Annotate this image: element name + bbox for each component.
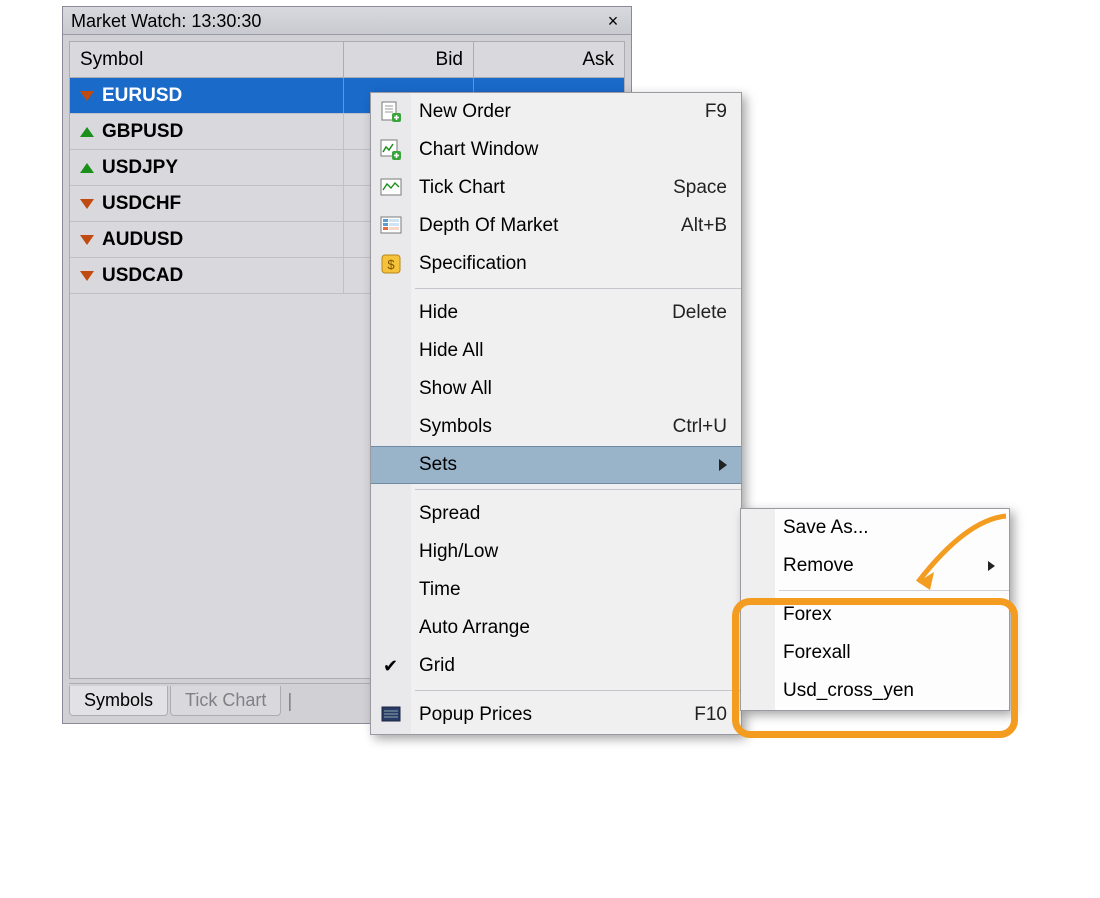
submenu-label: Forex <box>783 604 995 626</box>
menu-spread[interactable]: Spread <box>371 495 741 533</box>
tab-symbols[interactable]: Symbols <box>69 686 168 716</box>
symbol-name: USDCHF <box>102 193 181 215</box>
menu-depth-of-market[interactable]: Depth Of Market Alt+B <box>371 207 741 245</box>
col-symbol[interactable]: Symbol <box>70 42 344 77</box>
menu-label: Specification <box>419 253 727 275</box>
menu-label: Show All <box>419 378 727 400</box>
col-ask[interactable]: Ask <box>474 42 624 77</box>
menu-hide-all[interactable]: Hide All <box>371 332 741 370</box>
menu-label: Grid <box>419 655 727 677</box>
menu-label: Hide All <box>419 340 727 362</box>
submenu-set-forex[interactable]: Forex <box>741 596 1009 634</box>
menu-label: Time <box>419 579 727 601</box>
submenu-set-forexall[interactable]: Forexall <box>741 634 1009 672</box>
menu-auto-arrange[interactable]: Auto Arrange <box>371 609 741 647</box>
submenu-label: Save As... <box>783 517 995 539</box>
panel-titlebar[interactable]: Market Watch: 13:30:30 × <box>63 7 631 35</box>
arrow-down-icon <box>80 89 94 103</box>
menu-show-all[interactable]: Show All <box>371 370 741 408</box>
symbol-name: AUDUSD <box>102 229 183 251</box>
submenu-remove[interactable]: Remove <box>741 547 1009 585</box>
menu-symbols[interactable]: Symbols Ctrl+U <box>371 408 741 446</box>
menu-label: Popup Prices <box>419 704 694 726</box>
menu-label: Depth Of Market <box>419 215 681 237</box>
menu-label: Chart Window <box>419 139 727 161</box>
menu-shortcut: Alt+B <box>681 215 727 237</box>
submenu-label: Usd_cross_yen <box>783 680 995 702</box>
panel-title-text: Market Watch: 13:30:30 <box>71 7 261 35</box>
submenu-arrow-icon <box>719 459 727 471</box>
menu-shortcut: F9 <box>705 101 727 123</box>
col-bid[interactable]: Bid <box>344 42 474 77</box>
column-headers: Symbol Bid Ask <box>70 42 624 78</box>
arrow-up-icon <box>80 161 94 175</box>
tab-tick-chart[interactable]: Tick Chart <box>170 686 281 716</box>
menu-popup-prices[interactable]: Popup Prices F10 <box>371 696 741 734</box>
check-icon: ✔ <box>383 656 398 677</box>
depth-icon <box>379 214 403 238</box>
submenu-separator <box>779 590 1009 591</box>
menu-shortcut: Ctrl+U <box>673 416 727 438</box>
close-icon[interactable]: × <box>603 11 623 31</box>
context-menu: New Order F9 Chart Window Tick Chart Spa… <box>370 92 742 735</box>
arrow-up-icon <box>80 125 94 139</box>
menu-sets[interactable]: Sets <box>371 446 741 484</box>
tick-chart-icon <box>379 176 403 200</box>
menu-label: Symbols <box>419 416 673 438</box>
new-order-icon <box>379 100 403 124</box>
menu-label: Sets <box>419 454 711 476</box>
submenu-set-usd-cross-yen[interactable]: Usd_cross_yen <box>741 672 1009 710</box>
arrow-down-icon <box>80 233 94 247</box>
specification-icon: $ <box>379 252 403 276</box>
submenu-save-as[interactable]: Save As... <box>741 509 1009 547</box>
menu-new-order[interactable]: New Order F9 <box>371 93 741 131</box>
menu-shortcut: F10 <box>694 704 727 726</box>
submenu-label: Remove <box>783 555 988 577</box>
menu-label: Spread <box>419 503 727 525</box>
symbol-name: USDCAD <box>102 265 183 287</box>
menu-shortcut: Space <box>673 177 727 199</box>
tab-divider: | <box>283 691 296 717</box>
submenu-label: Forexall <box>783 642 995 664</box>
menu-hide[interactable]: Hide Delete <box>371 294 741 332</box>
menu-separator <box>415 690 741 691</box>
chart-window-icon <box>379 138 403 162</box>
symbol-name: EURUSD <box>102 85 182 107</box>
menu-separator <box>415 489 741 490</box>
arrow-down-icon <box>80 269 94 283</box>
menu-label: High/Low <box>419 541 727 563</box>
menu-label: Tick Chart <box>419 177 673 199</box>
menu-high-low[interactable]: High/Low <box>371 533 741 571</box>
menu-chart-window[interactable]: Chart Window <box>371 131 741 169</box>
symbol-name: USDJPY <box>102 157 178 179</box>
menu-time[interactable]: Time <box>371 571 741 609</box>
svg-text:$: $ <box>387 257 395 272</box>
arrow-down-icon <box>80 197 94 211</box>
popup-prices-icon <box>379 703 403 727</box>
menu-label: New Order <box>419 101 705 123</box>
submenu-arrow-icon <box>988 561 995 571</box>
menu-grid[interactable]: ✔ Grid <box>371 647 741 685</box>
menu-shortcut: Delete <box>672 302 727 324</box>
menu-specification[interactable]: $ Specification <box>371 245 741 283</box>
menu-tick-chart[interactable]: Tick Chart Space <box>371 169 741 207</box>
menu-separator <box>415 288 741 289</box>
symbol-name: GBPUSD <box>102 121 183 143</box>
menu-label: Hide <box>419 302 672 324</box>
menu-label: Auto Arrange <box>419 617 727 639</box>
sets-submenu: Save As... Remove Forex Forexall Usd_cro… <box>740 508 1010 711</box>
